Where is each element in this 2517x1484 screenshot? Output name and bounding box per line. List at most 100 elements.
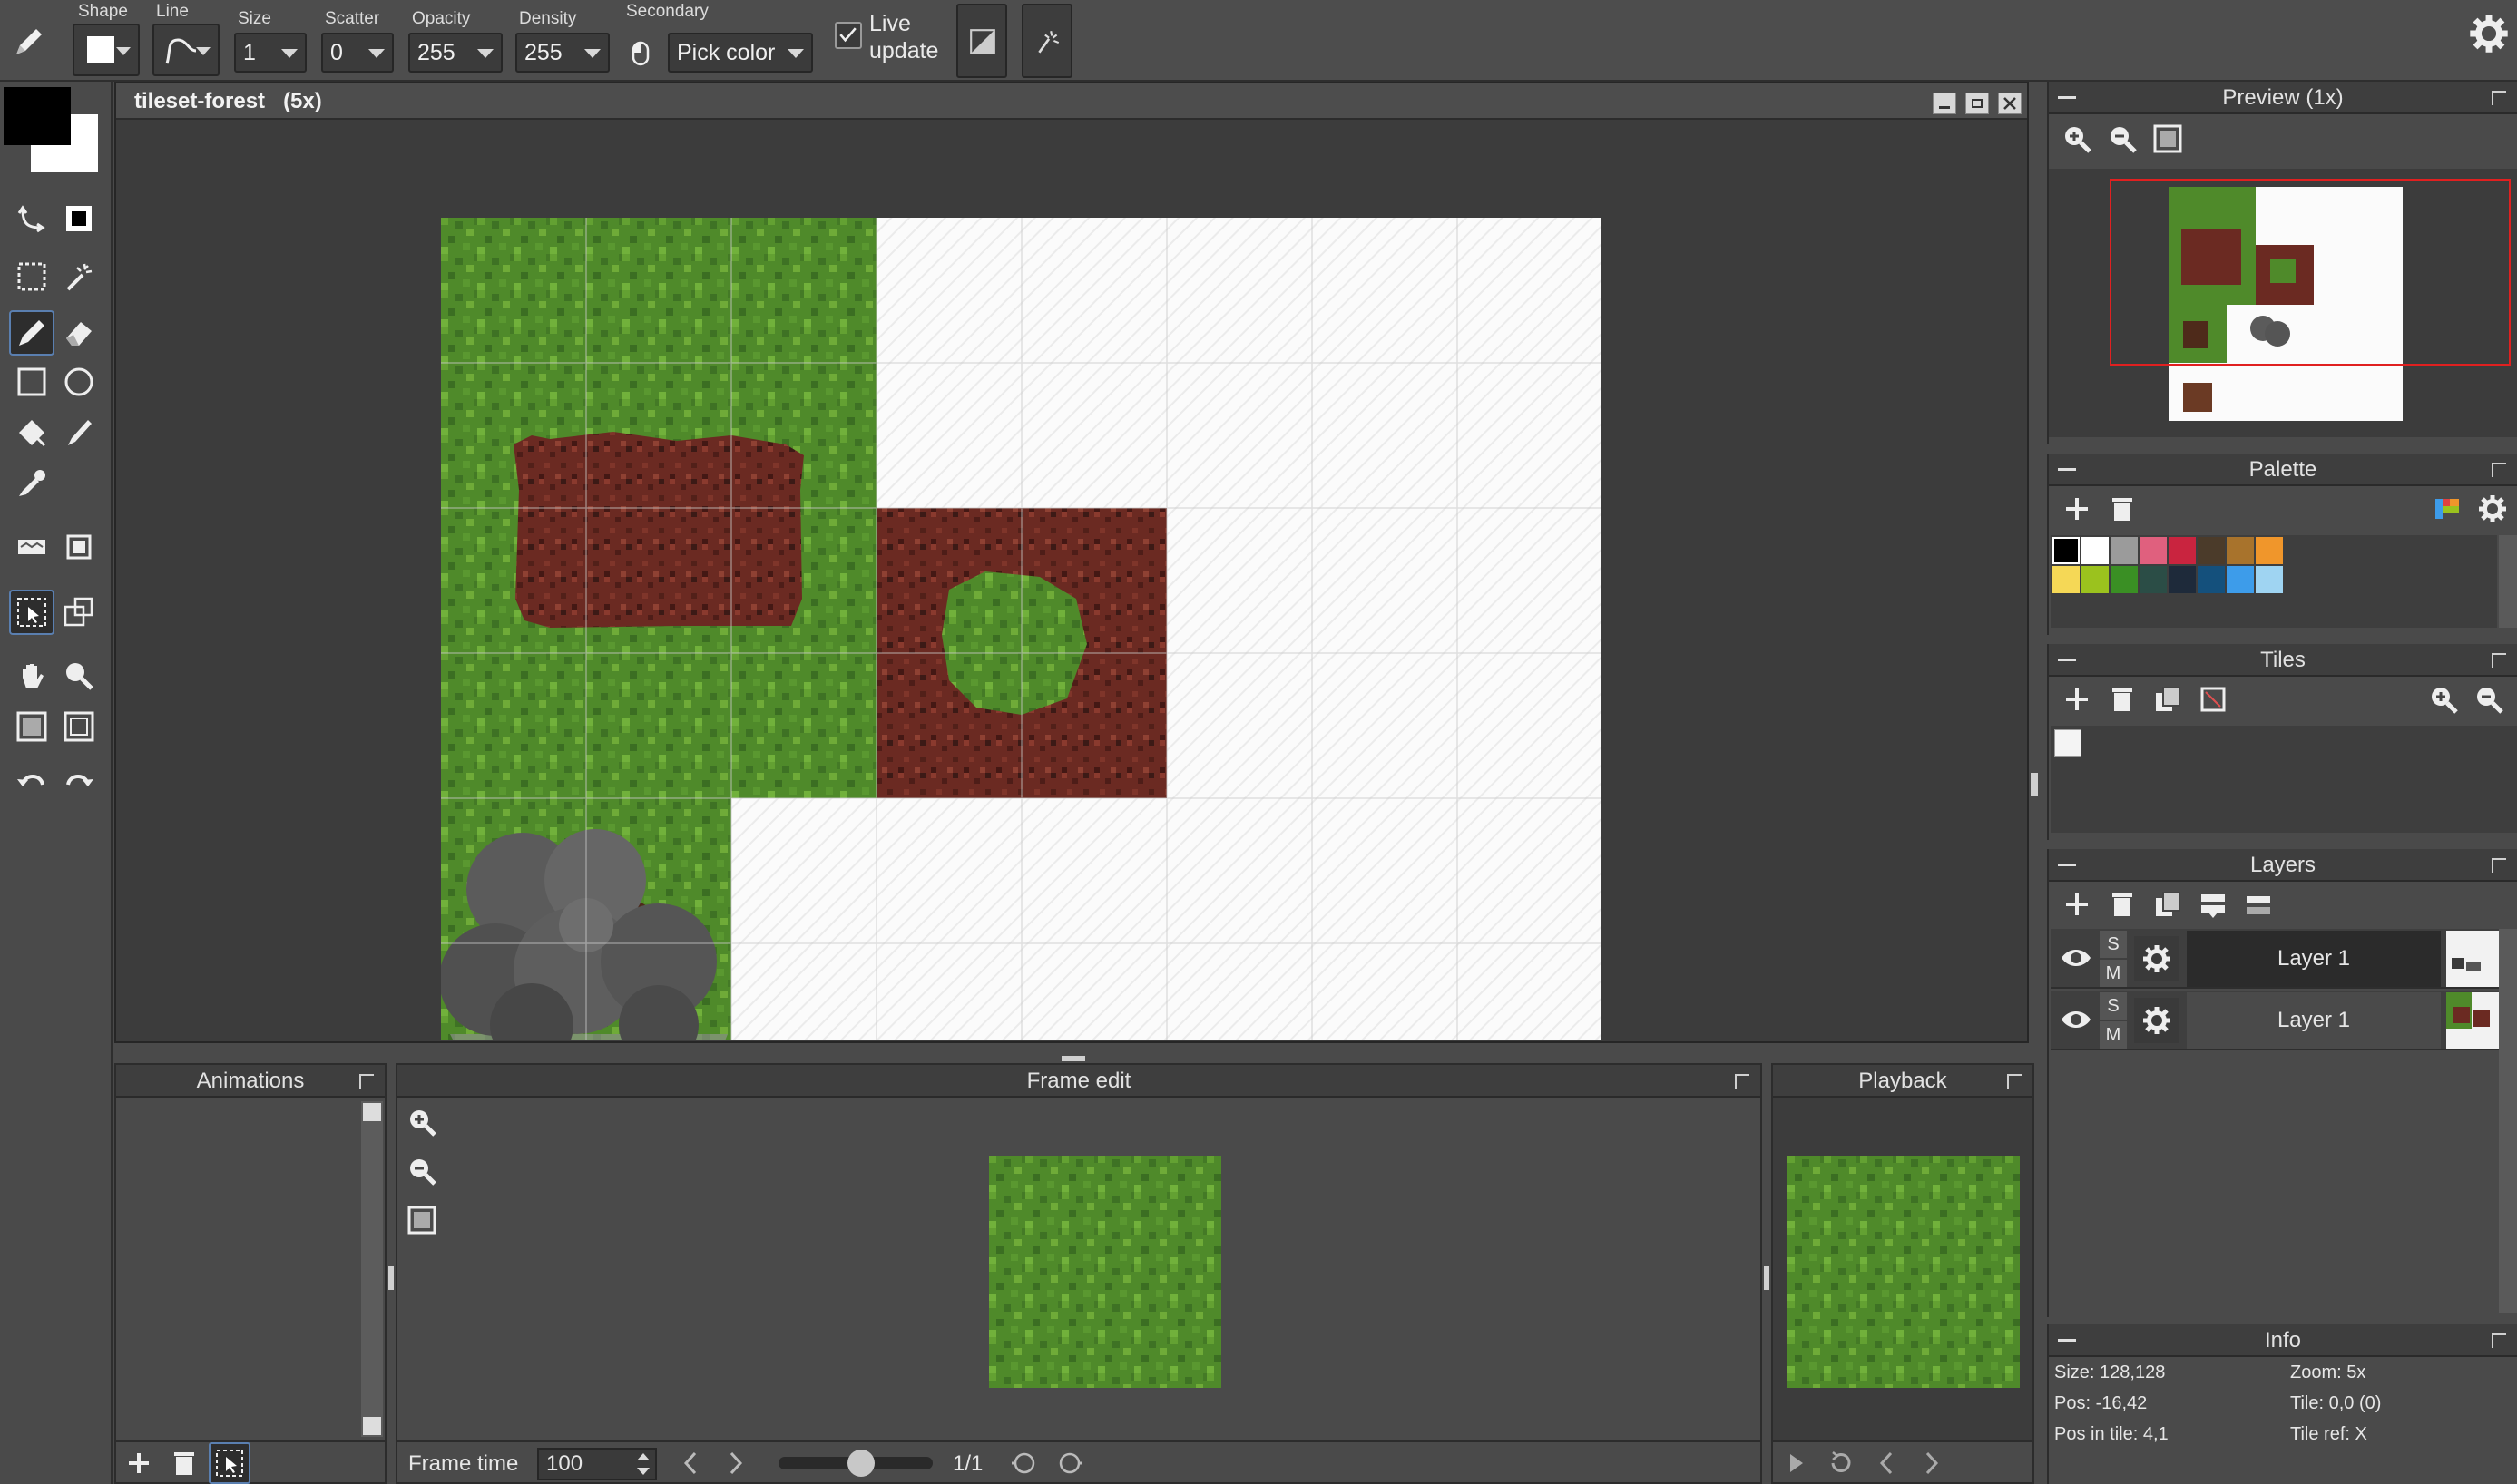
select-frames-icon[interactable] xyxy=(209,1442,250,1484)
brush-tool-icon[interactable] xyxy=(56,410,102,455)
palette-swatch-navy[interactable] xyxy=(2169,566,2196,593)
ellipse-tool-icon[interactable] xyxy=(56,359,102,405)
float-panel-icon[interactable] xyxy=(2492,858,2506,873)
layer-row[interactable]: S M Layer 1 xyxy=(2051,991,2504,1050)
previous-frame-icon[interactable] xyxy=(1866,1442,1907,1484)
fit-view-icon[interactable] xyxy=(56,704,102,749)
hand-pan-tool-icon[interactable] xyxy=(9,653,54,698)
tile-canvas[interactable] xyxy=(122,123,2022,1040)
palette-swatch-orange[interactable] xyxy=(2256,537,2283,564)
zoom-out-icon[interactable] xyxy=(2468,679,2510,720)
layer-settings-gear-icon[interactable] xyxy=(2134,936,2179,981)
layer-row[interactable]: S M Layer 1 xyxy=(2051,929,2504,989)
zoom-out-icon[interactable] xyxy=(2101,118,2143,160)
onion-skin-forward-icon[interactable] xyxy=(1049,1442,1091,1484)
palette-swatch-green[interactable] xyxy=(2111,566,2138,593)
layer-name[interactable]: Layer 1 xyxy=(2187,931,2441,987)
zoom-in-icon[interactable] xyxy=(401,1101,443,1143)
tilemap-drawing[interactable] xyxy=(441,218,1601,1040)
layers-scrollbar[interactable] xyxy=(2499,929,2517,1313)
float-panel-icon[interactable] xyxy=(359,1074,374,1089)
zoom-in-icon[interactable] xyxy=(2056,118,2098,160)
secondary-action-dropdown[interactable]: Pick color xyxy=(668,33,813,73)
eye-visibility-icon[interactable] xyxy=(2058,1003,2094,1036)
zoom-tool-icon[interactable] xyxy=(56,653,102,698)
palette-swatch-light-blue[interactable] xyxy=(2256,566,2283,593)
palette-scrollbar[interactable] xyxy=(2499,535,2517,628)
delete-color-icon[interactable] xyxy=(2101,488,2143,530)
delete-tile-icon[interactable] xyxy=(2101,679,2143,720)
tile-stamp-tool-icon[interactable] xyxy=(56,590,102,635)
delete-animation-icon[interactable] xyxy=(163,1442,205,1484)
vertical-splitter-handle[interactable] xyxy=(388,1266,394,1290)
previous-frame-icon[interactable] xyxy=(670,1442,711,1484)
live-update-checkbox[interactable] xyxy=(835,22,862,49)
zoom-in-icon[interactable] xyxy=(2423,679,2464,720)
duplicate-tile-icon[interactable] xyxy=(2147,679,2189,720)
line-dropdown[interactable] xyxy=(152,24,220,76)
layer-mute-button[interactable]: M xyxy=(2100,960,2127,987)
stamp-pattern-tool-icon[interactable] xyxy=(9,524,54,570)
settings-gear-icon[interactable] xyxy=(2468,13,2510,54)
undo-icon[interactable] xyxy=(9,758,54,804)
horizontal-splitter-handle[interactable] xyxy=(1062,1056,1085,1061)
fit-frame-icon[interactable] xyxy=(401,1199,443,1241)
tiles-settings-gear-icon[interactable] xyxy=(2512,679,2517,720)
close-icon[interactable] xyxy=(1998,93,2022,114)
magic-wand-tool-icon[interactable] xyxy=(56,254,102,299)
palette-settings-gear-icon[interactable] xyxy=(2472,488,2513,530)
next-frame-icon[interactable] xyxy=(715,1442,757,1484)
palette-swatch-dark-brown[interactable] xyxy=(2198,537,2225,564)
chevron-down-icon[interactable] xyxy=(637,1468,650,1475)
brush-options-button[interactable] xyxy=(1022,4,1072,78)
palette-swatch-blue[interactable] xyxy=(2198,566,2225,593)
zoom-out-icon[interactable] xyxy=(401,1150,443,1192)
float-panel-icon[interactable] xyxy=(2492,1333,2506,1348)
redo-icon[interactable] xyxy=(56,758,102,804)
size-dropdown[interactable]: 1 xyxy=(234,33,307,73)
float-panel-icon[interactable] xyxy=(2007,1074,2022,1089)
mirror-toggle-button[interactable] xyxy=(956,4,1007,78)
swap-colors-icon[interactable] xyxy=(9,196,54,241)
loop-icon[interactable] xyxy=(1820,1442,1862,1484)
layer-name[interactable]: Layer 1 xyxy=(2187,992,2441,1049)
float-panel-icon[interactable] xyxy=(2492,91,2506,105)
pencil-tool-icon[interactable] xyxy=(11,24,47,60)
frame-time-spinbox[interactable]: 100 xyxy=(537,1448,657,1480)
preview-viewport[interactable] xyxy=(2049,169,2517,437)
eye-visibility-icon[interactable] xyxy=(2058,942,2094,974)
next-frame-icon[interactable] xyxy=(1911,1442,1953,1484)
palette-swatch-red[interactable] xyxy=(2169,537,2196,564)
add-animation-icon[interactable] xyxy=(118,1442,160,1484)
palette-swatch-gray[interactable] xyxy=(2111,537,2138,564)
onion-skin-back-icon[interactable] xyxy=(1004,1442,1045,1484)
layer-solo-button[interactable]: S xyxy=(2100,992,2127,1020)
transform-tool-icon[interactable] xyxy=(56,524,102,570)
play-icon[interactable] xyxy=(1775,1442,1817,1484)
palette-swatch-sky-blue[interactable] xyxy=(2227,566,2254,593)
fit-preview-icon[interactable] xyxy=(2147,118,2189,160)
float-panel-icon[interactable] xyxy=(2492,463,2506,477)
move-layer-icon[interactable] xyxy=(2238,884,2279,925)
density-dropdown[interactable]: 255 xyxy=(515,33,610,73)
palette-swatch-brown[interactable] xyxy=(2227,537,2254,564)
add-color-icon[interactable] xyxy=(2056,488,2098,530)
primary-color-swatch[interactable] xyxy=(4,87,71,145)
animations-scrollbar[interactable] xyxy=(361,1101,383,1437)
animations-list[interactable] xyxy=(116,1098,361,1437)
eraser-tool-icon[interactable] xyxy=(56,310,102,356)
rect-select-tool-icon[interactable] xyxy=(9,254,54,299)
restore-icon[interactable] xyxy=(1965,93,1989,114)
palette-swatch-dark-teal[interactable] xyxy=(2140,566,2167,593)
layer-mute-button[interactable]: M xyxy=(2100,1021,2127,1049)
float-panel-icon[interactable] xyxy=(1735,1074,1749,1089)
minimize-icon[interactable] xyxy=(1933,93,1956,114)
grid-toggle-icon[interactable] xyxy=(9,704,54,749)
add-tile-icon[interactable] xyxy=(2056,679,2098,720)
frame-slider-thumb[interactable] xyxy=(847,1450,875,1477)
clear-tile-icon[interactable] xyxy=(2192,679,2234,720)
vertical-splitter-handle[interactable] xyxy=(1764,1266,1769,1290)
tile-thumbnail[interactable] xyxy=(2054,729,2081,757)
layer-settings-gear-icon[interactable] xyxy=(2134,998,2179,1043)
palette-swatch-yellow[interactable] xyxy=(2052,566,2080,593)
